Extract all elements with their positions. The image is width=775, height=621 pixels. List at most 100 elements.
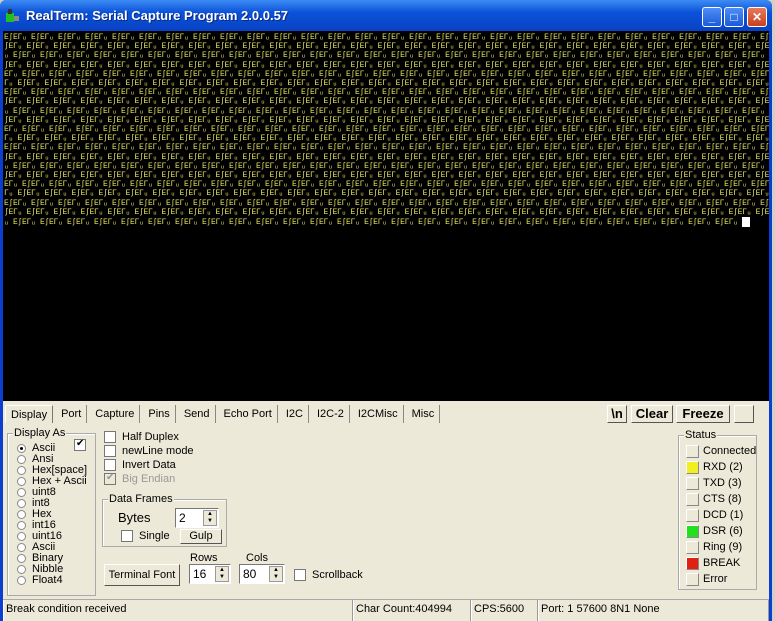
radio-button[interactable] [17,499,26,508]
tab-port[interactable]: Port [56,405,88,423]
data-frames-group: Data Frames Bytes 2 ▲ ▼ Single Gulp [102,493,227,547]
status-led: BREAK [686,555,756,571]
terminal-line: Γᵤ EʃEΓᵤ EʃEΓᵤ EʃEΓᵤ EʃEΓᵤ EʃEΓᵤ EʃEΓᵤ E… [4,79,769,89]
radio-button[interactable] [17,554,26,563]
status-led: Ring (9) [686,539,756,555]
status-led: TXD (3) [686,475,756,491]
terminal-line: EΓᵤ EʃEΓᵤ EʃEΓᵤ EʃEΓᵤ EʃEΓᵤ EʃEΓᵤ EʃEΓᵤ … [4,125,769,135]
extra-button[interactable] [734,405,754,423]
led-label: BREAK [703,557,741,569]
led-indicator-icon [686,556,699,570]
terminal-line: ʃEΓᵤ EʃEΓᵤ EʃEΓᵤ EʃEΓᵤ EʃEΓᵤ EʃEΓᵤ EʃEΓᵤ… [4,171,769,181]
status-bar: Break condition received Char Count:4049… [3,599,769,621]
status-group: Status Connected RXD (2) TXD (3) CTS (8) DCD… [678,429,757,590]
terminal-line: ᵤ EʃEΓᵤ EʃEΓᵤ EʃEΓᵤ EʃEΓᵤ EʃEΓᵤ EʃEΓᵤ Eʃ… [4,161,769,171]
rows-value: 16 [193,567,207,581]
tab-display[interactable]: Display [5,405,54,423]
terminal-line: ʃEΓᵤ EʃEΓᵤ EʃEΓᵤ EʃEΓᵤ EʃEΓᵤ EʃEΓᵤ EʃEΓᵤ… [4,97,769,107]
led-indicator-icon [686,476,699,490]
radio-button[interactable] [17,521,26,530]
tab-i2c[interactable]: I2C [281,405,309,423]
radio-button[interactable] [17,455,26,464]
terminal-line: ʃEΓᵤ EʃEΓᵤ EʃEΓᵤ EʃEΓᵤ EʃEΓᵤ EʃEΓᵤ EʃEΓᵤ… [4,152,769,162]
tab-send[interactable]: Send [179,405,216,423]
radio-button[interactable] [17,444,26,453]
terminal-line: ʃEΓᵤ EʃEΓᵤ EʃEΓᵤ EʃEΓᵤ EʃEΓᵤ EʃEΓᵤ EʃEΓᵤ… [4,42,769,52]
newline-button[interactable]: \n [607,405,627,423]
bytes-value: 2 [179,511,186,525]
tab-capture[interactable]: Capture [90,405,141,423]
radio-button[interactable] [17,565,26,574]
led-indicator-icon [686,460,699,474]
status-led: RXD (2) [686,459,756,475]
status-led: DCD (1) [686,507,756,523]
char-count: Char Count:404994 [353,600,471,621]
display-as-label: Display As [13,427,67,439]
single-checkbox[interactable]: Single [121,530,170,542]
tab-i2cmisc[interactable]: I2CMisc [353,405,404,423]
status-label: Status [684,429,718,441]
maximize-button[interactable]: □ [724,7,744,27]
rows-label: Rows [190,552,218,564]
client-area: EʃEΓᵤ EʃEΓᵤ EʃEΓᵤ EʃEΓᵤ EʃEΓᵤ EʃEΓᵤ EʃEΓ… [3,31,769,621]
radio-button[interactable] [17,488,26,497]
cps: CPS:5600 [471,600,538,621]
radio-button[interactable] [17,543,26,552]
terminal-line: ʃEΓᵤ EʃEΓᵤ EʃEΓᵤ EʃEΓᵤ EʃEΓᵤ EʃEΓᵤ EʃEΓᵤ… [4,207,769,217]
led-indicator-icon [686,540,699,554]
terminal-line: ᵤ EʃEΓᵤ EʃEΓᵤ EʃEΓᵤ EʃEΓᵤ EʃEΓᵤ EʃEΓᵤ Eʃ… [4,106,769,116]
led-indicator-icon [686,524,699,538]
tab-misc[interactable]: Misc [407,405,441,423]
option-label: Float4 [32,574,63,586]
radio-button[interactable] [17,576,26,585]
terminal-line: Γᵤ EʃEΓᵤ EʃEΓᵤ EʃEΓᵤ EʃEΓᵤ EʃEΓᵤ EʃEΓᵤ E… [4,134,769,144]
terminal-line: ʃEΓᵤ EʃEΓᵤ EʃEΓᵤ EʃEΓᵤ EʃEΓᵤ EʃEΓᵤ EʃEΓᵤ… [4,115,769,125]
radio-button[interactable] [17,477,26,486]
terminal-line: ᵤ EʃEΓᵤ EʃEΓᵤ EʃEΓᵤ EʃEΓᵤ EʃEΓᵤ EʃEΓᵤ Eʃ… [4,51,769,61]
display-as-option[interactable]: int8 [17,498,87,509]
led-label: RXD (2) [703,461,743,473]
status-led: CTS (8) [686,491,756,507]
clear-button[interactable]: Clear [631,405,673,423]
radio-button[interactable] [17,532,26,541]
app-icon [6,9,19,22]
terminal-line: ᵤ EʃEΓᵤ EʃEΓᵤ EʃEΓᵤ EʃEΓᵤ EʃEΓᵤ EʃEΓᵤ Eʃ… [4,217,769,227]
display-as-option[interactable]: Float4 [17,575,87,586]
close-button[interactable]: ✕ [747,7,767,27]
led-label: TXD (3) [703,477,742,489]
title-bar[interactable]: RealTerm: Serial Capture Program 2.0.0.5… [0,0,772,31]
port-info: Port: 1 57600 8N1 None [538,600,769,621]
gulp-button[interactable]: Gulp [180,529,222,544]
terminal-line: ʃEΓᵤ EʃEΓᵤ EʃEΓᵤ EʃEΓᵤ EʃEΓᵤ EʃEΓᵤ EʃEΓᵤ… [4,60,769,70]
cols-label: Cols [246,552,269,564]
big-endian-label: Big Endian [122,473,176,485]
terminal-line: EʃEΓᵤ EʃEΓᵤ EʃEΓᵤ EʃEΓᵤ EʃEΓᵤ EʃEΓᵤ EʃEΓ… [4,88,769,98]
rows-spinner[interactable]: 16 ▲ ▼ [189,564,231,584]
minimize-button[interactable]: _ [702,7,722,27]
half-duplex-checkbox[interactable]: Half Duplex [104,431,179,443]
led-indicator-icon [686,492,699,506]
newline-mode-checkbox[interactable]: newLine mode [104,445,194,457]
scrollback-checkbox[interactable]: Scrollback [294,569,363,581]
bytes-label: Bytes [118,510,151,525]
terminal-line: EʃEΓᵤ EʃEΓᵤ EʃEΓᵤ EʃEΓᵤ EʃEΓᵤ EʃEΓᵤ EʃEΓ… [4,143,769,153]
cols-spinner[interactable]: 80 ▲ ▼ [239,564,285,584]
single-label: Single [139,530,170,542]
invert-data-checkbox[interactable]: Invert Data [104,459,176,471]
freeze-button[interactable]: Freeze [676,405,730,423]
tab-pins[interactable]: Pins [143,405,176,423]
led-indicator-icon [686,572,699,586]
display-as-group: Display As AsciiAnsiHex[space]Hex + Asci… [7,427,96,596]
tab-i2c-2[interactable]: I2C-2 [312,405,350,423]
terminal-output[interactable]: EʃEΓᵤ EʃEΓᵤ EʃEΓᵤ EʃEΓᵤ EʃEΓᵤ EʃEΓᵤ EʃEΓ… [3,31,769,401]
bytes-spinner[interactable]: 2 ▲ ▼ [175,508,219,528]
radio-button[interactable] [17,510,26,519]
tab-echo-port[interactable]: Echo Port [219,405,278,423]
status-led: Connected [686,443,756,459]
terminal-font-button[interactable]: Terminal Font [104,564,180,586]
window-title: RealTerm: Serial Capture Program 2.0.0.5… [26,8,289,23]
tab-bar: Display Port Capture Pins Send Echo Port I2C I2… [5,405,443,425]
big-endian-checkbox: Big Endian [104,472,176,485]
display-as-option[interactable]: uint8 [17,487,87,498]
radio-button[interactable] [17,466,26,475]
